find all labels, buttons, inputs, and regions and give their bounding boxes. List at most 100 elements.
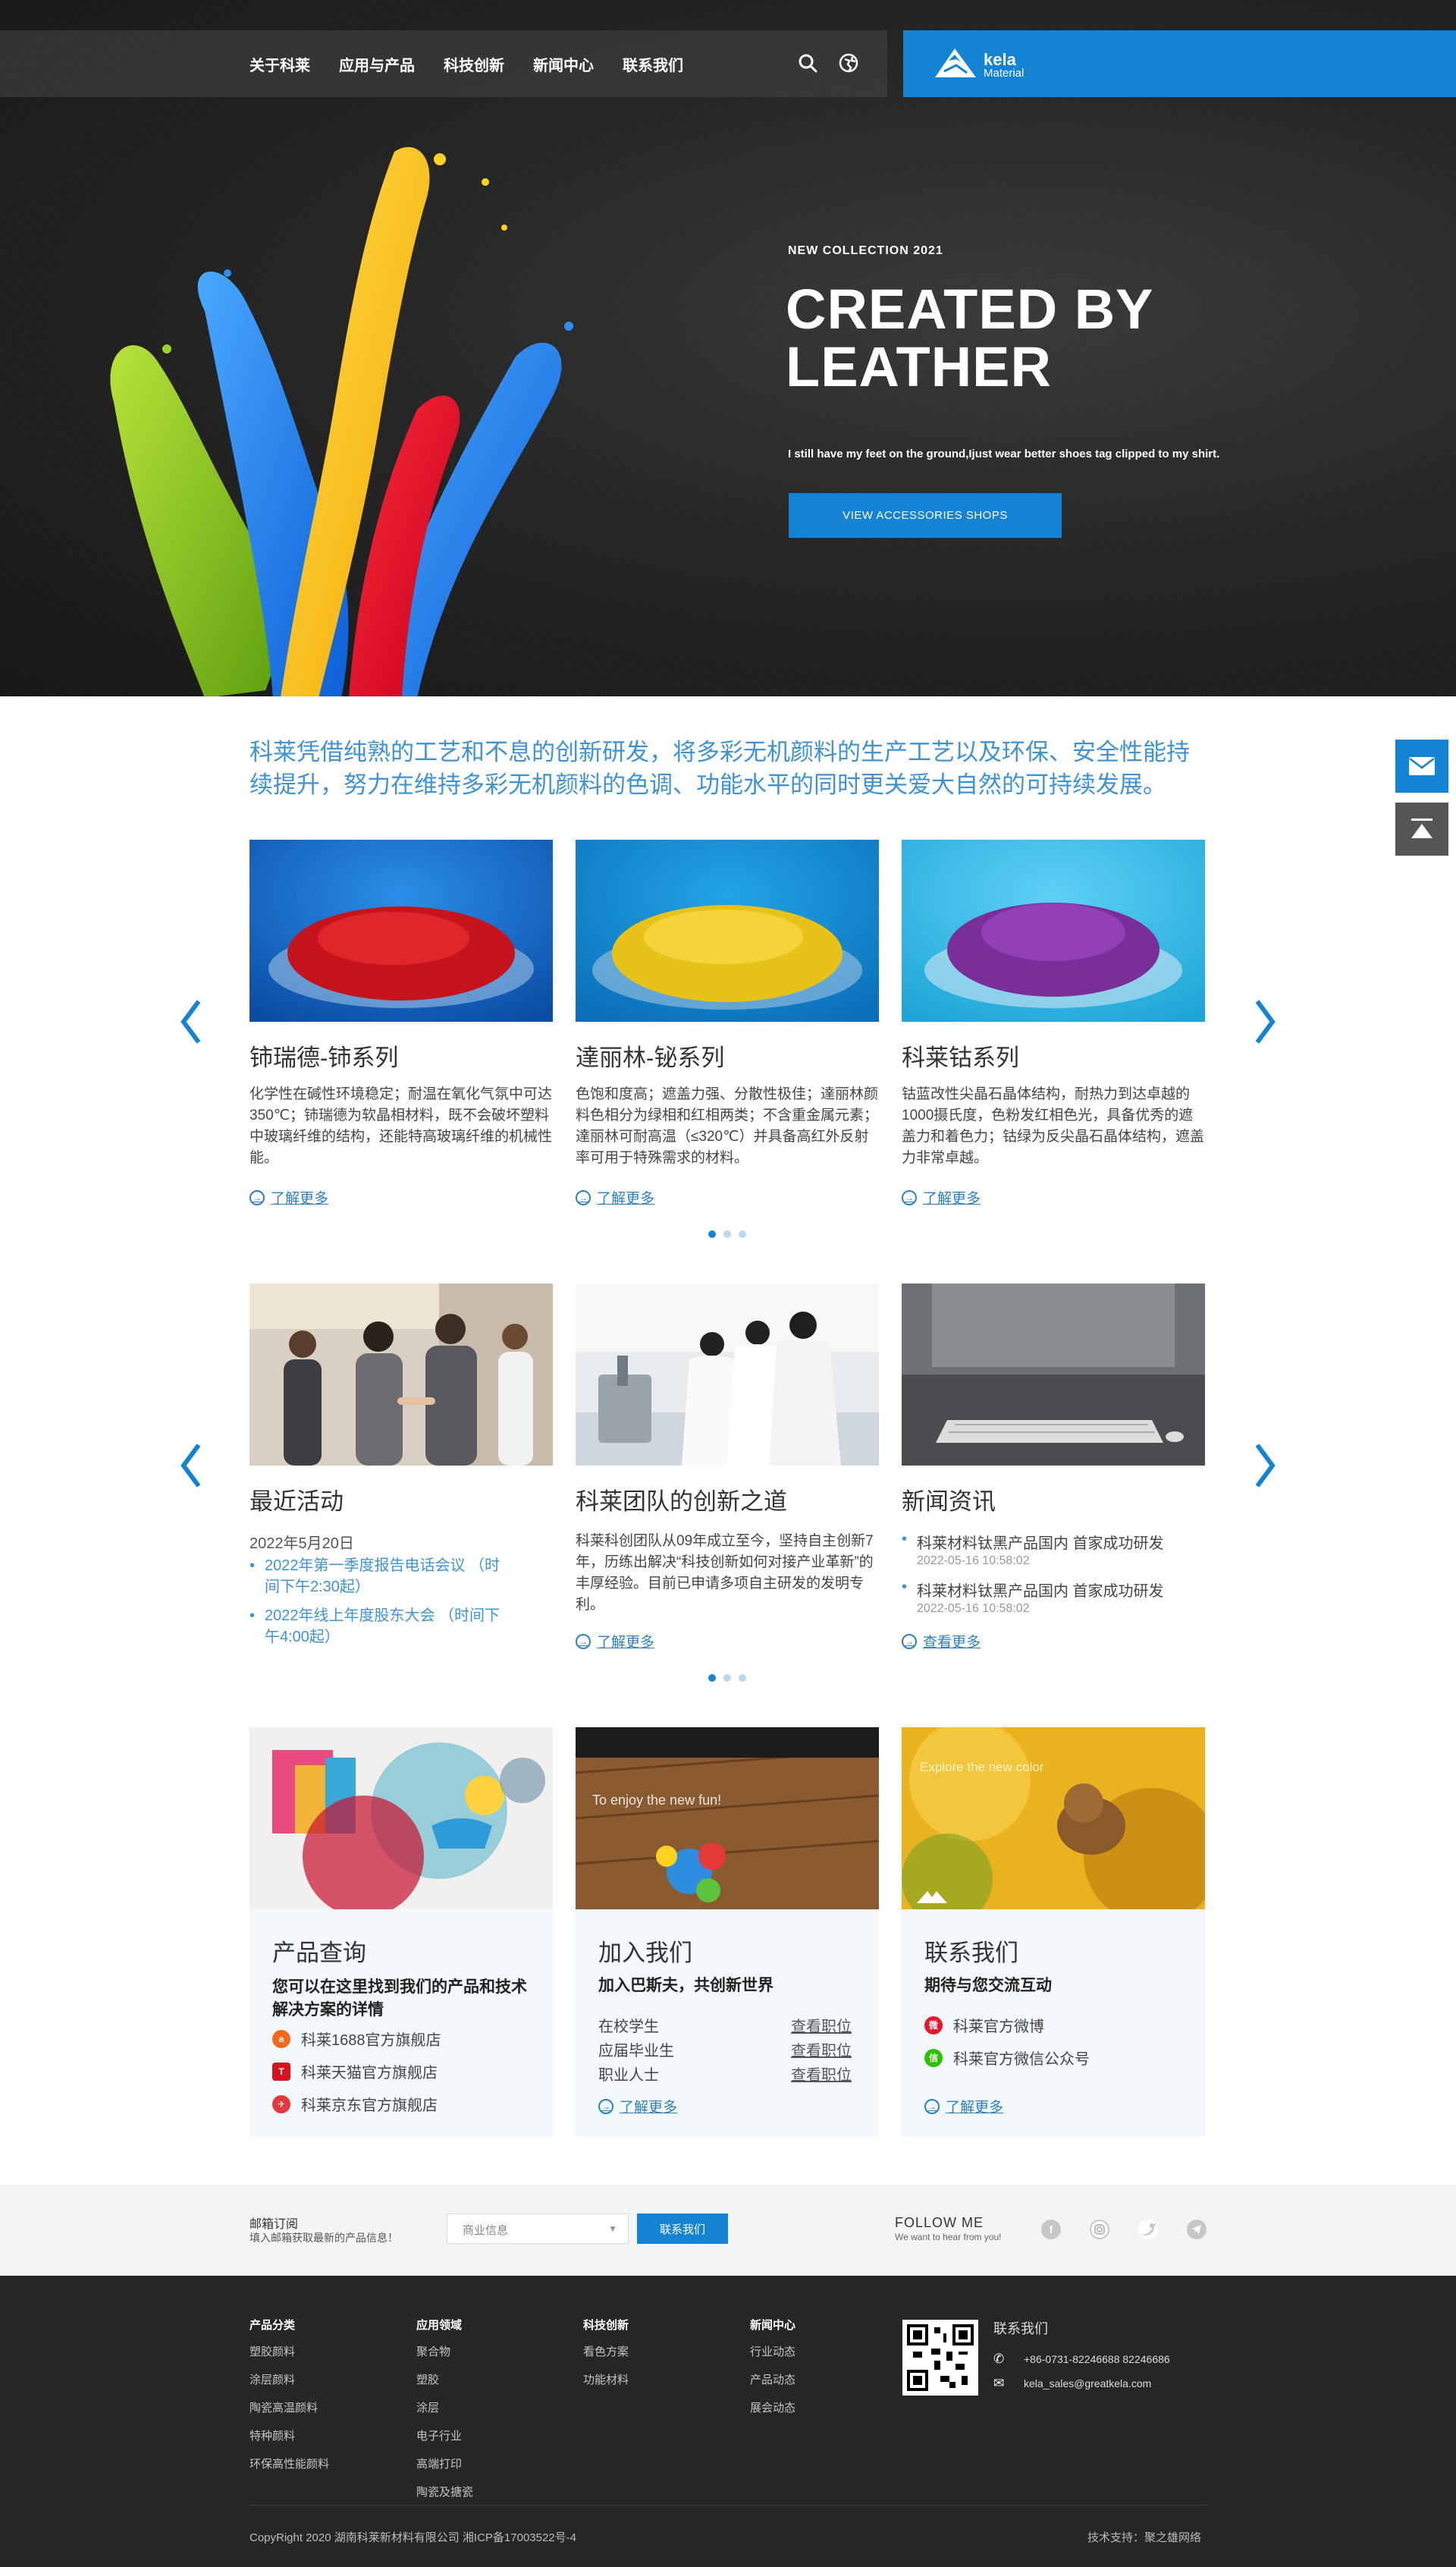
learn-more-link[interactable]: → 了解更多	[924, 2096, 1003, 2116]
shop-jd[interactable]: ✈ 科莱京东官方旗舰店	[272, 2093, 438, 2115]
contact-us-button[interactable]: 联系我们	[637, 2214, 728, 2244]
carousel-dot[interactable]	[739, 1230, 746, 1238]
footer-link[interactable]: 看色方案	[583, 2343, 629, 2359]
carousel-dot[interactable]	[723, 1674, 731, 1682]
footer-link[interactable]: 高端打印	[416, 2455, 473, 2471]
chevron-left-icon[interactable]	[176, 1439, 206, 1492]
footer-link[interactable]: 涂层颜料	[249, 2371, 329, 2387]
intro-text: 科莱凭借纯熟的工艺和不息的创新研发，将多彩无机颜料的生产工艺以及环保、安全性能持…	[249, 739, 1190, 798]
footer-link[interactable]: 产品动态	[750, 2371, 795, 2387]
product-card-cerium: 铈瑞德-铈系列 化学性在碱性环境稳定；耐温在氧化气氛中可达350℃；铈瑞德为软晶…	[249, 840, 553, 1207]
facebook-icon[interactable]: f	[1041, 2220, 1061, 2239]
learn-more-link[interactable]: → 了解更多	[249, 1187, 328, 1208]
weibo-link[interactable]: 微科莱官方微博	[924, 2014, 1044, 2036]
nav-item-news[interactable]: 新闻中心	[533, 53, 594, 75]
footer-link[interactable]: 功能材料	[583, 2371, 629, 2387]
contact-us-box: Explore the new color 联系我们 期待与您交流互动 微科莱官…	[902, 1720, 1220, 2137]
autumn-dog-image: Explore the new color	[902, 1720, 1220, 1924]
shop-tmall[interactable]: T 科莱天猫官方旗舰店	[272, 2060, 438, 2082]
view-accessories-button[interactable]: VIEW ACCESSORIES SHOPS	[789, 493, 1062, 538]
footer-link[interactable]: 电子行业	[416, 2427, 473, 2443]
event-item[interactable]: 2022年第一季度报告电话会议 （时间下午2:30起）	[249, 1555, 507, 1598]
nav-item-innovation[interactable]: 科技创新	[444, 53, 504, 75]
carousel-dot[interactable]	[708, 1674, 716, 1682]
footer-link[interactable]: 塑胶颜料	[249, 2343, 329, 2359]
arrow-circle-icon: →	[924, 2098, 940, 2114]
1688-icon: a	[272, 2029, 290, 2048]
news-item[interactable]: 科莱材料钛黑产品国内 首家成功研发 2022-05-16 10:58:02	[902, 1531, 1205, 1568]
join-us-title: 加入我们	[598, 1940, 692, 1966]
learn-more-label: 了解更多	[271, 1191, 329, 1207]
join-us-lead: 加入巴斯夫，共创新世界	[598, 1977, 774, 1994]
footer-link[interactable]: 涂层	[416, 2399, 473, 2415]
footer-link[interactable]: 陶瓷高温颜料	[249, 2399, 329, 2415]
footer-link[interactable]: 展会动态	[750, 2399, 795, 2415]
logo-box[interactable]: kela Material	[903, 30, 1456, 97]
news-info-title: 新闻资讯	[902, 1488, 996, 1515]
learn-more-link[interactable]: → 了解更多	[576, 1631, 654, 1651]
arrow-circle-icon: →	[902, 1189, 917, 1205]
view-jobs-link[interactable]: 查看职位	[791, 2063, 852, 2085]
carousel-dot[interactable]	[739, 1674, 746, 1682]
footer-link[interactable]: 聚合物	[416, 2343, 473, 2359]
footer-link[interactable]: 塑胶	[416, 2371, 473, 2387]
footer	[0, 2276, 1456, 2567]
hero-banner: NEW COLLECTION 2021 CREATED BY LEATHER I…	[0, 0, 1456, 696]
weibo-icon: 微	[924, 2016, 943, 2034]
product-query-lead: 您可以在这里找到我们的产品和技术解决方案的详情	[272, 1978, 527, 2019]
view-jobs-link[interactable]: 查看职位	[791, 2038, 852, 2060]
mail-icon	[1409, 757, 1435, 775]
chevron-right-icon[interactable]	[1250, 995, 1280, 1048]
product-description: 色饱和度高；遮盖力强、分散性极佳；達丽林颜料色相分为绿相和红相两类；不含重金属元…	[576, 1086, 879, 1166]
news-item[interactable]: 科莱材料钛黑产品国内 首家成功研发 2022-05-16 10:58:02	[902, 1579, 1205, 1616]
footer-link[interactable]: 特种颜料	[249, 2427, 329, 2443]
footer-link[interactable]: 环保高性能颜料	[249, 2455, 329, 2471]
join-us-box: To enjoy the new fun! 加入我们 加入巴斯夫，共创新世界 在…	[575, 1727, 880, 2137]
learn-more-link[interactable]: → 了解更多	[576, 1187, 654, 1208]
footer-col-title: 产品分类	[249, 2319, 296, 2332]
view-more-link[interactable]: → 查看更多	[902, 1631, 981, 1651]
side-mail-button[interactable]	[1395, 740, 1448, 793]
wechat-link[interactable]: 信科莱官方微信公众号	[924, 2047, 1090, 2069]
jd-icon: ✈	[272, 2094, 290, 2113]
globe-icon[interactable]	[837, 52, 860, 74]
carousel-dot[interactable]	[723, 1230, 731, 1238]
shop-1688[interactable]: a 科莱1688官方旗舰店	[272, 2028, 441, 2050]
back-to-top-button[interactable]	[1395, 803, 1448, 856]
arrow-circle-icon: →	[902, 1633, 917, 1649]
follow-subtitle: We want to hear from you!	[895, 2232, 1002, 2242]
chevron-left-icon[interactable]	[176, 995, 206, 1048]
product-query-title: 产品查询	[272, 1940, 366, 1966]
learn-more-label: 了解更多	[923, 1191, 981, 1207]
twitter-icon[interactable]	[1138, 2220, 1158, 2239]
footer-divider	[249, 2505, 1207, 2506]
nav-item-products[interactable]: 应用与产品	[339, 53, 415, 75]
learn-more-link[interactable]: → 了解更多	[598, 2096, 677, 2116]
telegram-icon[interactable]	[1187, 2220, 1207, 2239]
instagram-icon[interactable]	[1090, 2220, 1109, 2239]
footer-email[interactable]: ✉ kela_sales@greatkela.com	[993, 2376, 1151, 2391]
learn-more-link[interactable]: → 了解更多	[902, 1187, 981, 1208]
keyboard-image	[902, 1284, 1205, 1466]
chevron-right-icon[interactable]	[1250, 1439, 1280, 1492]
search-icon[interactable]	[796, 52, 819, 74]
arrow-circle-icon: →	[249, 1189, 265, 1205]
footer-link[interactable]: 陶瓷及搪瓷	[416, 2484, 473, 2499]
carousel-dot[interactable]	[708, 1230, 716, 1238]
toys-on-wood-image: To enjoy the new fun!	[575, 1727, 880, 1909]
nav-item-contact[interactable]: 联系我们	[623, 53, 683, 75]
select-value: 商业信息	[463, 2224, 509, 2237]
contact-us-title: 联系我们	[924, 1940, 1018, 1966]
event-item[interactable]: 2022年线上年度股东大会 （时间下午4:00起）	[249, 1605, 507, 1648]
hero-subtitle: I still have my feet on the ground,Ijust…	[788, 448, 1220, 460]
product-image-yellow	[576, 840, 879, 1022]
tech-credit[interactable]: 技术支持：聚之雄网络	[1087, 2529, 1201, 2545]
footer-col-title: 应用领域	[416, 2319, 463, 2332]
subscribe-select[interactable]: 商业信息 ▼	[447, 2214, 629, 2244]
view-jobs-link[interactable]: 查看职位	[791, 2014, 852, 2036]
footer-link[interactable]: 行业动态	[750, 2343, 795, 2359]
social-label: 科莱官方微信公众号	[953, 2051, 1090, 2068]
nav-item-about[interactable]: 关于科莱	[249, 53, 310, 75]
job-category: 应届毕业生	[598, 2043, 674, 2060]
footer-col-innovation: 科技创新 看色方案 功能材料	[583, 2317, 629, 2399]
